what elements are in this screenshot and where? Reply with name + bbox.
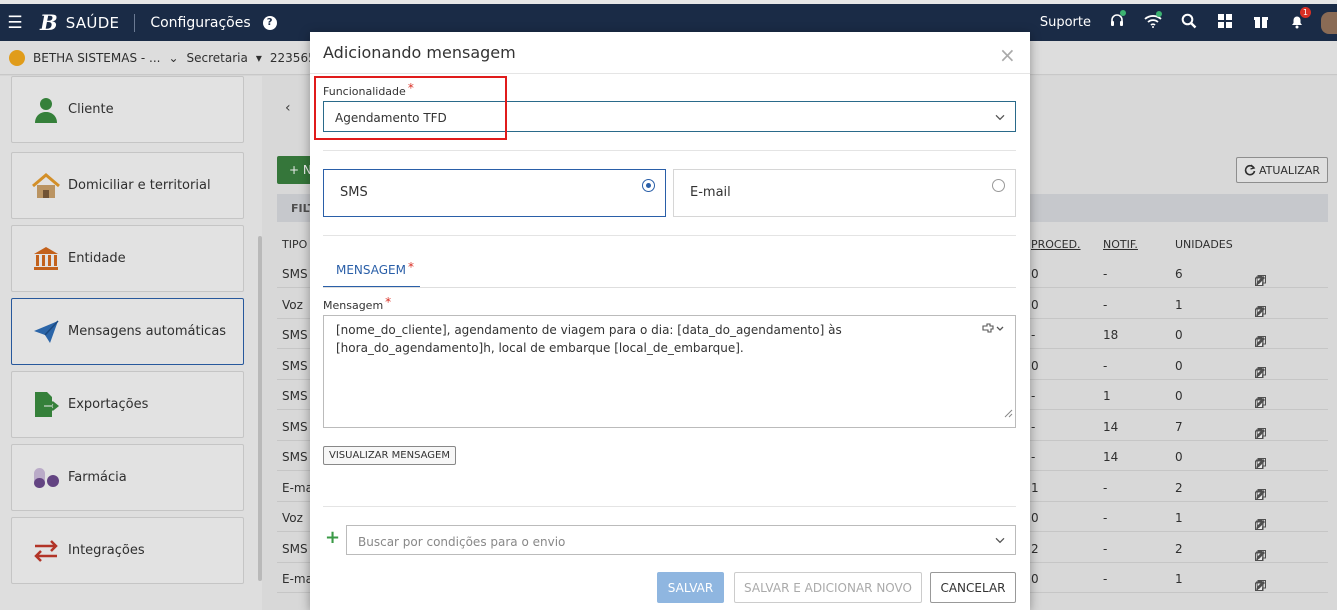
preview-message-button[interactable]: VISUALIZAR MENSAGEM: [323, 446, 456, 465]
email-radio[interactable]: [992, 179, 1005, 192]
close-icon[interactable]: ×: [999, 43, 1016, 67]
hamburger-menu-icon[interactable]: ☰: [4, 13, 26, 33]
channel-option-sms[interactable]: SMS: [323, 169, 666, 217]
tab-mensagem[interactable]: MENSAGEM *: [323, 256, 420, 288]
add-condition-icon[interactable]: +: [325, 527, 340, 548]
mensagem-label-text: Mensagem: [323, 299, 384, 312]
resize-handle-icon[interactable]: [1004, 407, 1013, 425]
apps-grid-icon[interactable]: [1207, 13, 1243, 33]
section-divider: [323, 235, 1016, 236]
help-icon[interactable]: ?: [262, 15, 277, 30]
required-marker: *: [385, 295, 392, 309]
sms-radio[interactable]: [642, 179, 655, 192]
support-link[interactable]: Suporte: [1040, 15, 1091, 30]
conditions-select[interactable]: Buscar por condições para o envio: [346, 525, 1016, 555]
insert-variable-icon[interactable]: [982, 322, 1004, 340]
annotation-highlight-box: [314, 76, 507, 140]
channel-option-email[interactable]: E-mail: [673, 169, 1016, 217]
conditions-placeholder: Buscar por condições para o envio: [358, 535, 566, 549]
app-name: SAÚDE: [65, 13, 120, 32]
chevron-down-icon: [995, 532, 1005, 546]
channel-email-label: E-mail: [690, 185, 731, 200]
user-avatar[interactable]: [1321, 11, 1337, 34]
gift-icon[interactable]: [1243, 13, 1279, 33]
cancel-button[interactable]: CANCELAR: [930, 572, 1016, 603]
tab-underline: [323, 287, 1016, 288]
mensagem-text: [nome_do_cliente], agendamento de viagem…: [336, 323, 842, 355]
top-bar-actions: Suporte 1: [1040, 4, 1337, 41]
section-title: Configurações: [150, 14, 251, 31]
search-icon[interactable]: [1171, 13, 1207, 33]
save-and-add-new-button[interactable]: SALVAR E ADICIONAR NOVO: [734, 572, 922, 603]
chevron-down-icon: [995, 109, 1005, 123]
connection-status-dot: [1156, 10, 1162, 17]
mensagem-label: Mensagem *: [323, 295, 392, 312]
betha-logo[interactable]: B: [40, 10, 58, 35]
online-status-dot: [1120, 9, 1126, 16]
tab-mensagem-label: MENSAGEM: [336, 263, 406, 277]
modal-title: Adicionando mensagem: [323, 43, 516, 62]
section-divider: [323, 506, 1016, 507]
modal-header-divider: [310, 73, 1030, 74]
wifi-icon[interactable]: [1135, 10, 1171, 32]
divider: [134, 13, 136, 32]
save-button[interactable]: SALVAR: [657, 572, 724, 603]
notification-badge: 1: [1299, 6, 1311, 18]
required-marker: *: [407, 260, 414, 274]
channel-sms-label: SMS: [340, 185, 368, 200]
bell-icon[interactable]: 1: [1279, 6, 1315, 33]
headset-icon[interactable]: [1099, 9, 1135, 33]
section-divider: [323, 150, 1016, 151]
mensagem-textarea[interactable]: [nome_do_cliente], agendamento de viagem…: [323, 315, 1016, 428]
